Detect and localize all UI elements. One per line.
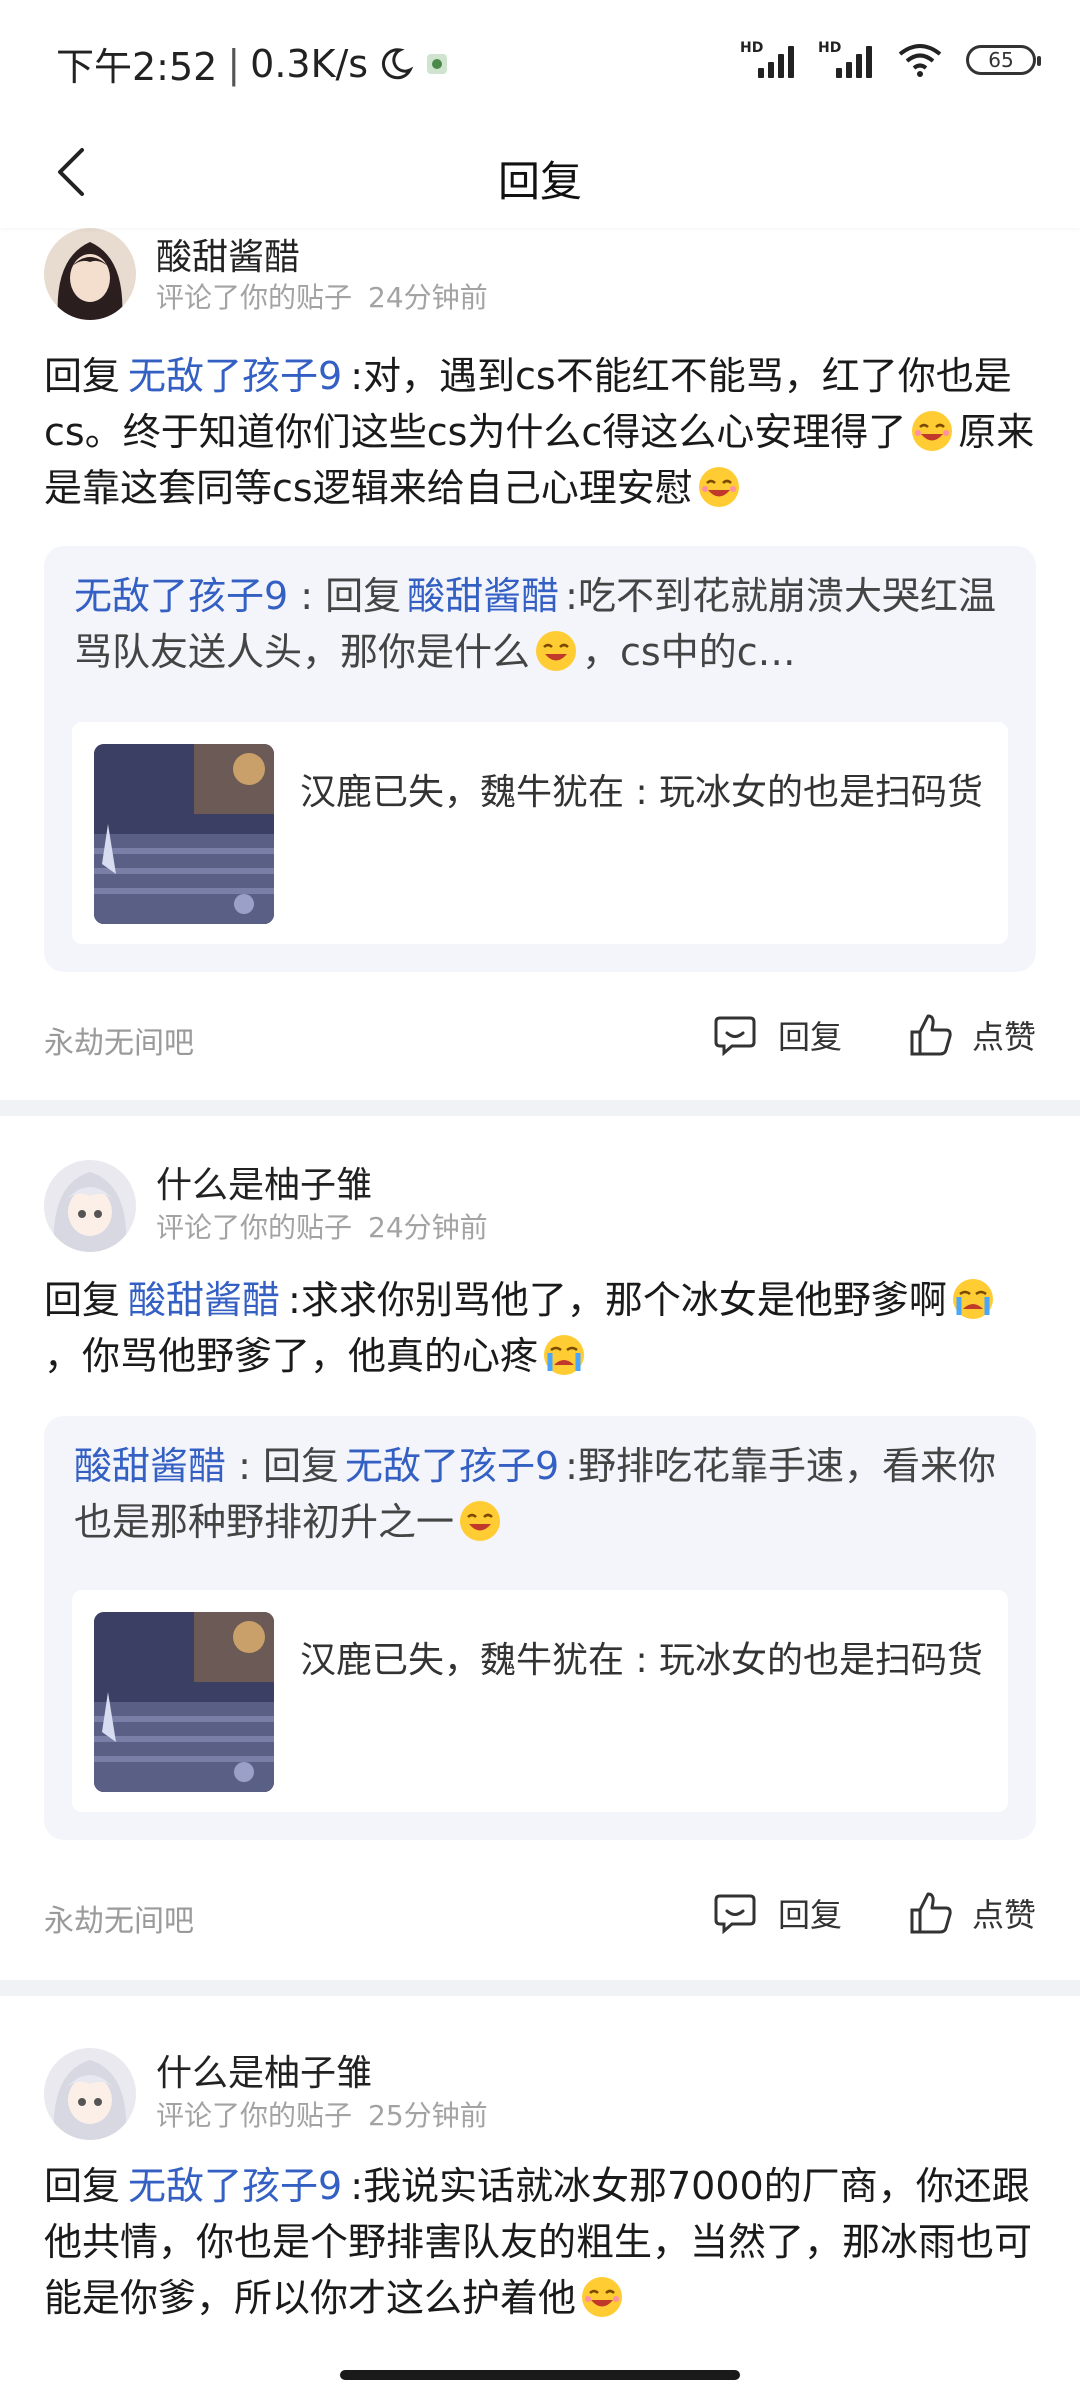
post-text: 汉鹿已失，魏牛犹在 : 玩冰女的也是扫码货 <box>300 1640 984 1681</box>
username[interactable]: 什么是柚子雏 <box>156 1156 372 1208</box>
battery-icon: 65 <box>966 45 1041 75</box>
quote-mention[interactable]: 无敌了孩子9 <box>345 1444 559 1488</box>
reply-card[interactable]: 什么是柚子雏 评论了你的贴子 24分钟前 回复 酸甜酱醋:求求你别骂他了，那个冰女是… <box>0 1116 1080 1980</box>
meta-action: 评论了你的贴子 <box>156 1211 353 1244</box>
quote-body-2: ，cs中的c… <box>582 630 796 674</box>
card-divider <box>0 1980 1080 1996</box>
post-thumbnail <box>94 744 274 924</box>
avatar[interactable] <box>44 228 136 320</box>
like-label: 点赞 <box>972 1896 1037 1934</box>
crying-emoji-icon <box>544 1335 585 1375</box>
comment-meta: 评论了你的贴子 25分钟前 <box>156 2094 488 2134</box>
comment-text[interactable]: 回复 无敌了孩子9:对，遇到cs不能红不能骂，红了你也是cs。终于知道你们这些cs… <box>44 348 1036 516</box>
original-post-card[interactable]: 汉鹿已失，魏牛犹在 : 玩冰女的也是扫码货 <box>72 1590 1008 1812</box>
reply-prefix: 回复 <box>44 1278 121 1322</box>
quote-sep: : 回复 <box>288 574 402 618</box>
laughing-emoji-icon <box>460 1501 501 1541</box>
post-text: 汉鹿已失，魏牛犹在 : 玩冰女的也是扫码货 <box>300 772 984 813</box>
home-indicator[interactable] <box>340 2370 740 2380</box>
comment-meta: 评论了你的贴子 24分钟前 <box>156 1206 488 1246</box>
quoted-comment[interactable]: 无敌了孩子9 : 回复 酸甜酱醋:吃不到花就崩溃大哭红温骂队友送人头，那你是什么，… <box>44 546 1036 972</box>
status-divider: | <box>227 41 241 86</box>
comment-meta: 评论了你的贴子 24分钟前 <box>156 276 488 316</box>
quote-author[interactable]: 无敌了孩子9 <box>74 574 288 618</box>
comment-text[interactable]: 回复 酸甜酱醋:求求你别骂他了，那个冰女是他野爹啊 ，你骂他野爹了，他真的心疼 <box>44 1272 1036 1384</box>
reply-bubble-icon <box>714 1894 756 1935</box>
reply-label: 回复 <box>778 1018 843 1056</box>
reply-button[interactable]: 回复 <box>712 1890 842 1936</box>
reply-label: 回复 <box>778 1896 843 1934</box>
crying-emoji-icon <box>952 1279 993 1319</box>
app-notification-icon <box>427 53 448 74</box>
status-bar: 下午2:52 | 0.3K/s HD HD 65 <box>0 0 1080 120</box>
meta-action: 评论了你的贴子 <box>156 2099 353 2132</box>
mention-link[interactable]: 无敌了孩子9 <box>128 354 342 398</box>
reply-card[interactable]: 酸甜酱醋 评论了你的贴子 24分钟前 回复 无敌了孩子9:对，遇到cs不能红不能骂，… <box>0 228 1080 1100</box>
comment-body: :求求你别骂他了，那个冰女是他野爹啊 <box>288 1278 947 1322</box>
laughing-emoji-icon <box>698 467 739 507</box>
page-title: 回复 <box>497 157 582 206</box>
app-header: 回复 <box>0 120 1080 228</box>
status-right: HD HD 65 <box>740 40 1041 80</box>
moon-icon <box>382 47 414 79</box>
reply-card[interactable]: 什么是柚子雏 评论了你的贴子 25分钟前 回复 无敌了孩子9:我说实话就冰女那700… <box>0 1996 1080 2396</box>
original-post-card[interactable]: 汉鹿已失，魏牛犹在 : 玩冰女的也是扫码货 <box>72 722 1008 944</box>
avatar[interactable] <box>44 1160 136 1252</box>
like-label: 点赞 <box>972 1018 1037 1056</box>
meta-action: 评论了你的贴子 <box>156 281 353 314</box>
like-button[interactable]: 点赞 <box>908 1890 1036 1936</box>
status-left: 下午2:52 | 0.3K/s <box>56 36 450 91</box>
card-divider <box>0 1100 1080 1116</box>
laughing-emoji-icon <box>582 2277 623 2317</box>
signal-icon: HD <box>740 40 796 80</box>
quote-text: 无敌了孩子9 : 回复 酸甜酱醋:吃不到花就崩溃大哭红温骂队友送人头，那你是什么，… <box>74 568 1004 680</box>
forum-name[interactable]: 永劫无间吧 <box>44 1896 194 1940</box>
reply-list[interactable]: 酸甜酱醋 评论了你的贴子 24分钟前 回复 无敌了孩子9:对，遇到cs不能红不能骂，… <box>0 228 1080 2396</box>
quoted-comment[interactable]: 酸甜酱醋 : 回复无敌了孩子9:野排吃花靠手速，看来你也是那种野排初升之一 <box>44 1416 1036 1840</box>
quote-mention[interactable]: 酸甜酱醋 <box>407 574 559 618</box>
signal-icon: HD <box>818 40 874 80</box>
like-button[interactable]: 点赞 <box>908 1012 1036 1058</box>
reply-button[interactable]: 回复 <box>712 1012 842 1058</box>
card-footer: 永劫无间吧 回复 点赞 <box>44 1008 1036 1068</box>
wifi-icon <box>898 44 942 77</box>
meta-time: 24分钟前 <box>368 1211 488 1244</box>
avatar[interactable] <box>44 2048 136 2140</box>
comment-body-2: ，你骂他野爹了，他真的心疼 <box>44 1334 539 1378</box>
comment-text[interactable]: 回复 无敌了孩子9:我说实话就冰女那7000的厂商，你还跟他共情，你也是个野排害队… <box>44 2158 1036 2326</box>
post-thumbnail <box>94 1612 274 1792</box>
reply-prefix: 回复 <box>44 2164 121 2208</box>
quote-text: 酸甜酱醋 : 回复 无敌了孩子9:野排吃花靠手速，看来你也是那种野排初升之一 <box>74 1438 1004 1550</box>
quote-sep: : 回复 <box>226 1444 339 1488</box>
quote-author[interactable]: 酸甜酱醋 <box>74 1444 226 1488</box>
mention-link[interactable]: 无敌了孩子9 <box>128 2164 342 2208</box>
username[interactable]: 酸甜酱醋 <box>156 228 300 280</box>
reply-prefix: 回复 <box>44 354 121 398</box>
thumbs-up-icon <box>910 1892 952 1934</box>
network-speed: 0.3K/s <box>250 41 369 86</box>
laughing-emoji-icon <box>912 411 953 451</box>
laughing-emoji-icon <box>536 631 577 671</box>
thumbs-up-icon <box>910 1014 952 1056</box>
reply-bubble-icon <box>714 1016 756 1057</box>
meta-time: 25分钟前 <box>368 2099 488 2132</box>
meta-time: 24分钟前 <box>368 281 488 314</box>
username[interactable]: 什么是柚子雏 <box>156 2044 372 2096</box>
mention-link[interactable]: 酸甜酱醋 <box>128 1278 280 1322</box>
card-footer: 永劫无间吧 回复 点赞 <box>44 1886 1036 1946</box>
status-time: 下午2:52 <box>56 45 218 89</box>
forum-name[interactable]: 永劫无间吧 <box>44 1018 194 1062</box>
